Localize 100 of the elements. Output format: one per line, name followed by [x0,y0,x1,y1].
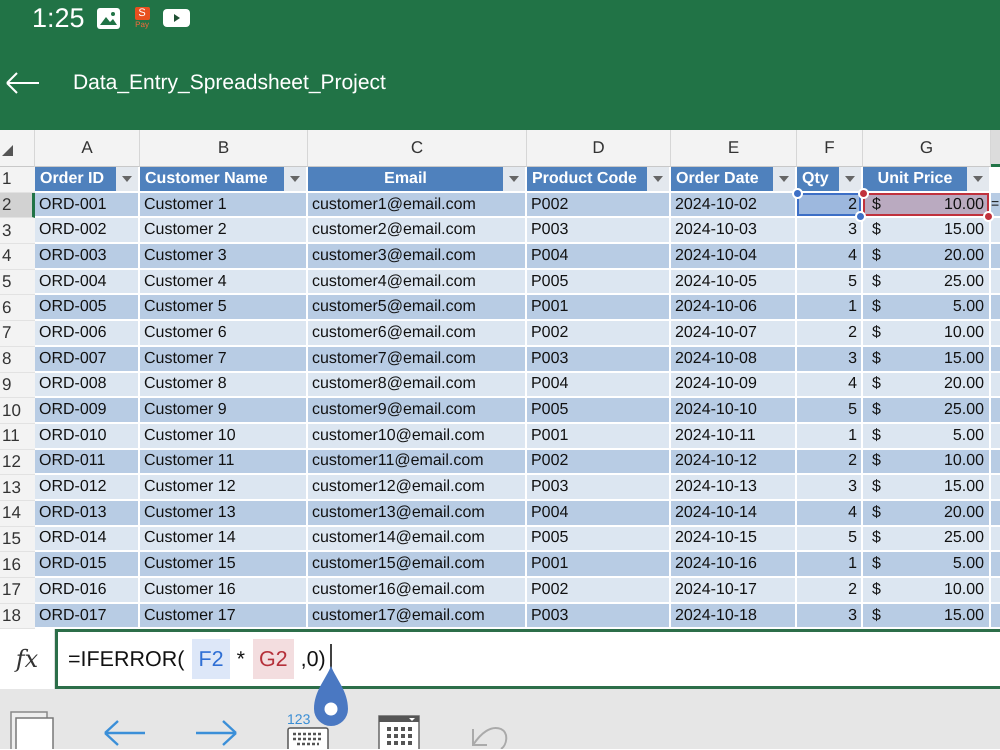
table-cell: P001 [527,295,671,322]
formula-text: =IFERROR( [68,646,184,672]
currency-symbol: $ [872,324,881,342]
table-cell: Customer 9 [140,398,308,424]
row-number[interactable]: 2 [0,192,35,218]
column-title: Unit Price [876,168,954,189]
table-cell: 2024-10-10 [671,398,797,424]
formula-input[interactable]: =IFERROR( F2 * G2 ,0) [55,629,1000,690]
row-number[interactable]: 4 [0,244,35,270]
table-cell: ORD-013 [35,500,140,527]
row-number[interactable]: 1 [0,167,35,193]
column-letter[interactable]: F [797,130,863,167]
price-value: 20.00 [944,375,984,394]
price-value: 10.00 [944,580,984,599]
table-cell: ORD-003 [35,244,140,270]
table-grid-icon[interactable] [378,715,420,750]
table-cell: P001 [527,424,671,450]
currency-symbol: $ [872,426,881,445]
caret-down-icon [509,176,519,182]
table-cell: P002 [527,450,671,476]
column-letter[interactable]: G [863,130,991,167]
row-number[interactable]: 3 [0,218,35,244]
currency-symbol: $ [872,452,881,470]
row-number[interactable]: 8 [0,346,35,372]
table-cell: P002 [527,192,671,218]
row-number[interactable]: 17 [0,578,35,604]
filter-button[interactable] [284,167,306,191]
table-cell: 5 [797,270,863,296]
currency-symbol: $ [872,606,881,625]
table-cell: 4 [797,372,863,398]
row-number[interactable]: 16 [0,552,35,578]
currency-symbol: $ [872,555,881,574]
table-cell: P005 [527,270,671,296]
table-cell: customer6@email.com [308,321,527,347]
table-cell: 2024-10-08 [671,346,797,372]
currency-symbol: $ [872,196,881,214]
table-cell: 2024-10-07 [671,321,797,347]
row-number[interactable]: 14 [0,500,35,527]
row-number[interactable]: 15 [0,526,35,552]
row-number[interactable]: 9 [0,372,35,398]
filter-button[interactable] [647,167,669,191]
table-cell: customer14@email.com [308,526,527,552]
currency-symbol: $ [872,246,881,265]
row-number[interactable]: 7 [0,321,35,347]
status-time: 1:25 [32,3,85,33]
column-letter[interactable]: D [527,130,671,167]
price-value: 20.00 [944,504,984,522]
caret-down-icon [122,176,132,182]
price-value: 25.00 [944,529,984,548]
row-number[interactable]: 18 [0,604,35,630]
back-arrow-icon[interactable] [6,72,40,94]
play-icon [162,9,190,27]
table-cell: customer5@email.com [308,295,527,322]
currency-symbol: $ [872,529,881,548]
table-cell: 2024-10-11 [671,424,797,450]
filter-button[interactable] [773,167,795,191]
table-cell: customer17@email.com [308,604,527,630]
currency-symbol: $ [872,298,881,316]
table-cell: P001 [527,552,671,578]
column-header-edge[interactable] [991,130,1000,167]
filter-button[interactable] [967,167,989,191]
table-cell: customer16@email.com [308,578,527,604]
filter-button[interactable] [503,167,525,191]
column-title: Customer Name [144,168,269,189]
left-arrow-icon[interactable] [103,719,146,748]
table-cell: ORD-008 [35,372,140,398]
column-letter[interactable]: C [308,130,527,167]
table-cell: ORD-016 [35,578,140,604]
table-cell: ORD-007 [35,346,140,372]
row-number[interactable]: 13 [0,475,35,501]
column-letter[interactable]: E [671,130,797,167]
right-arrow-icon[interactable] [195,719,238,748]
table-cell: 2024-10-06 [671,295,797,322]
row-number[interactable]: 5 [0,270,35,296]
table-cell: Customer 6 [140,321,308,347]
row-number[interactable]: 10 [0,398,35,424]
table-cell: ORD-010 [35,424,140,450]
price-value: 25.00 [944,272,984,291]
table-cell: ORD-004 [35,270,140,296]
table-cell: customer13@email.com [308,500,527,527]
row-number[interactable]: 11 [0,424,35,450]
currency-symbol: $ [872,504,881,522]
table-cell: ORD-017 [35,604,140,630]
table-cell: Customer 4 [140,270,308,296]
column-letter[interactable]: A [35,130,140,167]
column-letter[interactable]: B [140,130,308,167]
filter-button[interactable] [839,167,861,191]
table-cell: 5 [797,398,863,424]
caret-down-icon [973,176,983,182]
caret-down-icon [290,176,300,182]
table-cell: ORD-014 [35,526,140,552]
select-all-button[interactable] [0,130,35,167]
filter-button[interactable] [116,167,138,191]
table-cell: Customer 2 [140,218,308,244]
table-cell: 2024-10-02 [671,192,797,218]
window-icon[interactable] [10,711,54,750]
row-number[interactable]: 12 [0,450,35,476]
row-number[interactable]: 6 [0,295,35,322]
table-cell: 5 [797,526,863,552]
table-cell: customer1@email.com [308,192,527,218]
